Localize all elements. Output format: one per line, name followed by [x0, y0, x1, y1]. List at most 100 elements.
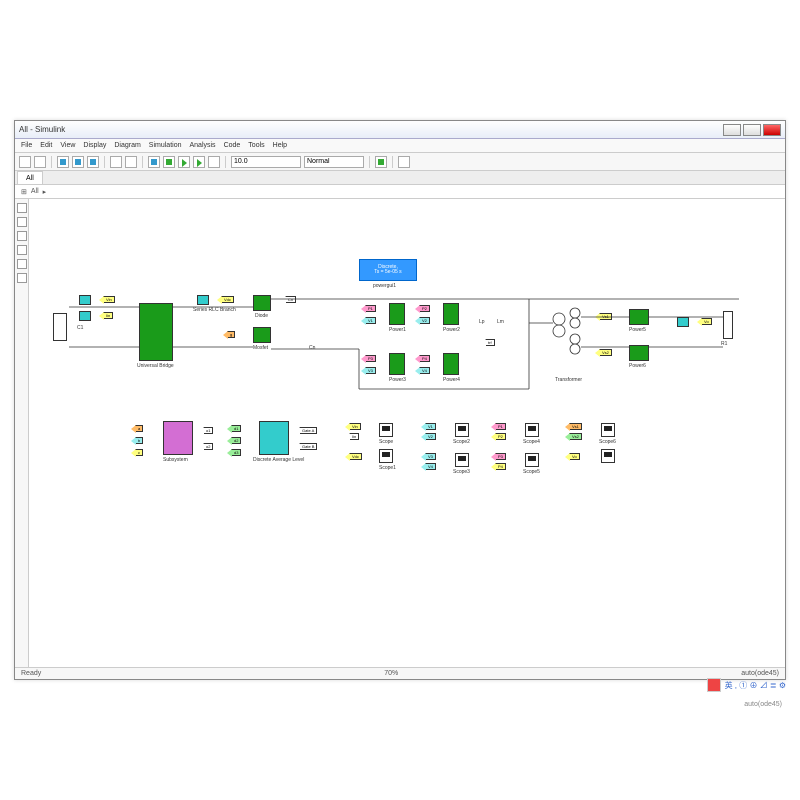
from-s3[interactable]: c	[135, 449, 143, 456]
tab-all[interactable]: All	[17, 171, 43, 184]
title-bar[interactable]: All - Simulink	[15, 121, 785, 139]
from-p3a[interactable]: P3	[365, 355, 376, 362]
load-block[interactable]	[723, 311, 733, 339]
sc-i3[interactable]: Vo	[569, 453, 580, 460]
power3-block[interactable]	[389, 353, 405, 375]
scope-1[interactable]	[379, 423, 393, 437]
ac-source[interactable]	[53, 313, 67, 341]
i-measure-1[interactable]	[79, 311, 91, 321]
model-explorer-button[interactable]	[125, 156, 137, 168]
power1-block[interactable]	[389, 303, 405, 325]
library-button[interactable]	[110, 156, 122, 168]
scope-8[interactable]	[601, 449, 615, 463]
breadcrumb-item[interactable]: All	[31, 188, 39, 195]
sc-f3[interactable]: Vdc	[349, 453, 362, 460]
goto-vin[interactable]: Vin	[103, 296, 115, 303]
stop-time-input[interactable]	[231, 156, 301, 168]
sc-h2[interactable]: P2	[495, 433, 506, 440]
menu-view[interactable]: View	[60, 142, 75, 149]
universal-bridge[interactable]	[139, 303, 173, 361]
scope-5[interactable]	[525, 423, 539, 437]
sc-i1[interactable]: Vs1	[569, 423, 582, 430]
nav-up-icon[interactable]: ⊞	[21, 188, 27, 196]
step-back-button[interactable]	[148, 156, 160, 168]
from-p3b[interactable]: V3	[365, 367, 376, 374]
save-button[interactable]	[19, 156, 31, 168]
mode-select[interactable]	[304, 156, 364, 168]
from-d2[interactable]: d2	[231, 437, 241, 444]
sec-block-2[interactable]	[629, 345, 649, 361]
minimize-button[interactable]	[723, 124, 741, 136]
scope-6[interactable]	[525, 453, 539, 467]
from-s2[interactable]: b	[135, 437, 143, 444]
palette-btn-1[interactable]	[17, 203, 27, 213]
build-button[interactable]	[398, 156, 410, 168]
back-button[interactable]	[57, 156, 69, 168]
powergui-block[interactable]: Discrete, Ts = 5e-05 s	[359, 259, 417, 281]
palette-btn-4[interactable]	[17, 245, 27, 255]
from-d1[interactable]: d1	[231, 425, 241, 432]
menu-code[interactable]: Code	[224, 142, 241, 149]
mosfet-block[interactable]	[253, 327, 271, 343]
sc-g2[interactable]: V2	[425, 433, 436, 440]
goto-vdc[interactable]: Vdc	[221, 296, 234, 303]
step-forward-button[interactable]	[193, 156, 205, 168]
open-button[interactable]	[34, 156, 46, 168]
scope-3[interactable]	[455, 423, 469, 437]
fast-restart-button[interactable]	[375, 156, 387, 168]
menu-file[interactable]: File	[21, 142, 32, 149]
palette-btn-5[interactable]	[17, 259, 27, 269]
scope-4[interactable]	[455, 453, 469, 467]
sc-f2[interactable]: Iin	[349, 433, 359, 440]
maximize-button[interactable]	[743, 124, 761, 136]
sc-f1[interactable]: Vin	[349, 423, 361, 430]
goto-vout[interactable]: Vo	[701, 318, 712, 325]
from-d3[interactable]: d3	[231, 449, 241, 456]
power4-block[interactable]	[443, 353, 459, 375]
sc-h1[interactable]: P1	[495, 423, 506, 430]
sc-h4[interactable]: P4	[495, 463, 506, 470]
rlc-measure[interactable]	[197, 295, 209, 305]
from-trf[interactable]: trf	[485, 339, 495, 346]
goto-vs1[interactable]: Vs1	[599, 313, 612, 320]
menu-analysis[interactable]: Analysis	[189, 142, 215, 149]
palette-btn-3[interactable]	[17, 231, 27, 241]
from-p1b[interactable]: V1	[365, 317, 376, 324]
goto-o2[interactable]: o2	[203, 443, 213, 450]
goto-vs2[interactable]: Vs2	[599, 349, 612, 356]
palette-btn-2[interactable]	[17, 217, 27, 227]
goto-cout[interactable]: Cn	[285, 296, 296, 303]
menu-tools[interactable]: Tools	[248, 142, 264, 149]
subsystem-block[interactable]	[163, 421, 193, 455]
from-p4b[interactable]: V4	[419, 367, 430, 374]
goto-o1[interactable]: o1	[203, 427, 213, 434]
menu-display[interactable]: Display	[83, 142, 106, 149]
sc-g3[interactable]: V3	[425, 453, 436, 460]
up-button[interactable]	[87, 156, 99, 168]
goto-iin[interactable]: Iin	[103, 312, 113, 319]
menu-help[interactable]: Help	[273, 142, 287, 149]
sc-i2[interactable]: Vs2	[569, 433, 582, 440]
power2-block[interactable]	[443, 303, 459, 325]
from-p2a[interactable]: P2	[419, 305, 430, 312]
goto-da[interactable]: Gate A	[299, 427, 317, 434]
v-measure-1[interactable]	[79, 295, 91, 305]
menu-diagram[interactable]: Diagram	[114, 142, 140, 149]
sc-g4[interactable]: V4	[425, 463, 436, 470]
menu-edit[interactable]: Edit	[40, 142, 52, 149]
from-p4a[interactable]: P4	[419, 355, 430, 362]
menu-simulation[interactable]: Simulation	[149, 142, 182, 149]
from-p1a[interactable]: P1	[365, 305, 376, 312]
discrete-avg[interactable]	[259, 421, 289, 455]
palette-btn-6[interactable]	[17, 273, 27, 283]
ime-icon[interactable]	[707, 678, 721, 692]
forward-button[interactable]	[72, 156, 84, 168]
run-button[interactable]	[178, 156, 190, 168]
goto-db[interactable]: Gate B	[299, 443, 317, 450]
scope-2[interactable]	[379, 449, 393, 463]
diode-block[interactable]	[253, 295, 271, 311]
from-s1[interactable]: a	[135, 425, 143, 432]
from-gate[interactable]: g	[227, 331, 235, 338]
stop-button[interactable]	[208, 156, 220, 168]
close-button[interactable]	[763, 124, 781, 136]
